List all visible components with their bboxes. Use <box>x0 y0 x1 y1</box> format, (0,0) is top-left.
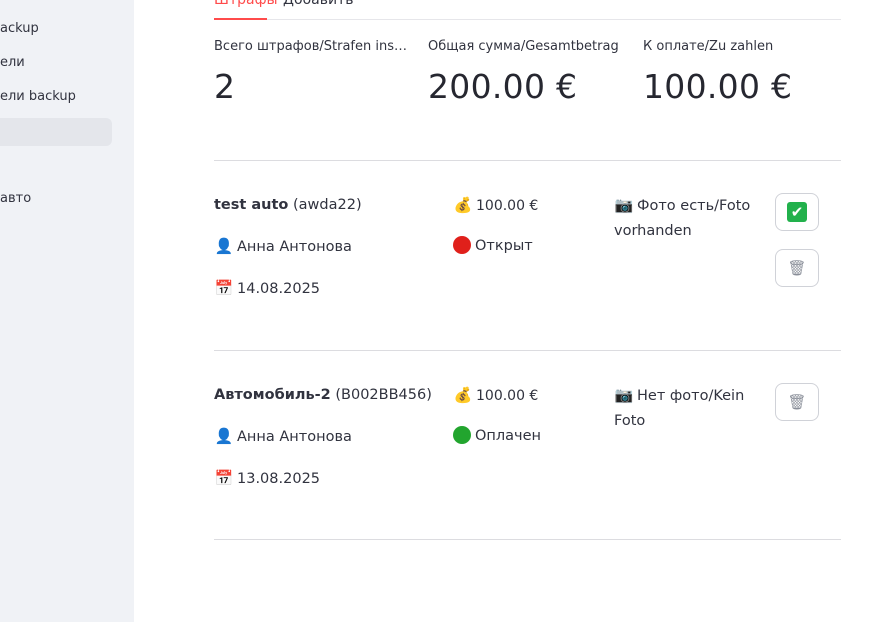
sidebar-item-label: ackup <box>0 21 39 36</box>
fine-date: 📅 14.08.2025 <box>214 276 320 302</box>
camera-icon: 📷 <box>614 196 634 214</box>
fine-driver: 👤 Анна Антонова <box>214 234 352 260</box>
sidebar-item-fines[interactable] <box>0 118 112 146</box>
tab-add[interactable]: Добавить <box>283 0 353 10</box>
fine-photo: 📷 Нет фото/Kein Foto <box>614 383 754 434</box>
photo-status: Фото есть/Foto vorhanden <box>614 198 751 239</box>
trash-icon: 🗑 <box>787 259 807 277</box>
check-icon: ✔ <box>787 202 807 222</box>
metric-label: К оплате/Zu zahlen <box>643 39 774 54</box>
sidebar-item-drivers-backup[interactable]: ели backup <box>0 83 112 111</box>
sidebar-item-backup[interactable]: ackup <box>0 15 112 43</box>
green-circle-icon <box>453 426 471 444</box>
status-value: Оплачен <box>475 428 542 444</box>
money-bag-icon: 💰 <box>453 386 473 404</box>
fine-driver: 👤 Анна Антонова <box>214 424 352 450</box>
fine-card: Автомобиль-2 (B002BB456) 👤 Анна Антонова … <box>214 351 841 540</box>
sidebar-item-label: ели backup <box>0 89 76 104</box>
trash-icon: 🗑 <box>787 393 807 411</box>
fine-card: test auto (awda22) 👤 Анна Антонова 📅 14.08… <box>214 161 841 350</box>
calendar-icon: 📅 <box>214 469 234 487</box>
divider <box>214 539 841 540</box>
delete-button[interactable]: 🗑 <box>775 249 819 287</box>
car-plate: (awda22) <box>293 197 362 213</box>
sidebar-item-cars[interactable]: авто <box>0 185 112 213</box>
sidebar-item-7[interactable] <box>0 219 112 247</box>
tab-bar: Штрафы Добавить <box>214 0 841 20</box>
delete-button[interactable]: 🗑 <box>775 383 819 421</box>
metric-value: 100.00 € <box>643 67 793 106</box>
fine-car: test auto (awda22) <box>214 193 362 218</box>
amount-value: 100.00 € <box>476 198 539 214</box>
main-content: Штрафы Добавить Всего штрафов/Strafen in… <box>134 0 888 622</box>
driver-name: Анна Антонова <box>237 239 352 255</box>
car-plate: (B002BB456) <box>335 387 432 403</box>
camera-icon: 📷 <box>614 386 634 404</box>
person-icon: 👤 <box>214 237 234 255</box>
fine-status: Оплачен <box>453 424 541 449</box>
car-name: Автомобиль-2 <box>214 387 331 403</box>
tab-fines[interactable]: Штрафы <box>214 0 278 10</box>
car-name: test auto <box>214 197 289 213</box>
sidebar-item-label: авто <box>0 191 32 206</box>
active-tab-indicator <box>214 18 267 20</box>
money-bag-icon: 💰 <box>453 196 473 214</box>
calendar-icon: 📅 <box>214 279 234 297</box>
fine-car: Автомобиль-2 (B002BB456) <box>214 383 432 408</box>
fine-amount: 💰 100.00 € <box>453 193 539 219</box>
metric-to-pay: К оплате/Zu zahlen 100.00 € <box>643 38 843 107</box>
fine-amount: 💰 100.00 € <box>453 383 539 409</box>
fine-date: 📅 13.08.2025 <box>214 466 320 492</box>
metric-label: Общая сумма/Gesamtbetrag <box>428 39 619 54</box>
metric-total-fines: Всего штрафов/Strafen insgesamt 2 <box>214 38 414 107</box>
red-circle-icon <box>453 236 471 254</box>
date-value: 13.08.2025 <box>237 471 321 487</box>
driver-name: Анна Антонова <box>237 429 352 445</box>
sidebar-item-drivers[interactable]: ели <box>0 49 112 77</box>
metric-value: 200.00 € <box>428 67 578 106</box>
metric-label: Всего штрафов/Strafen insgesamt <box>214 39 410 54</box>
fine-photo: 📷 Фото есть/Foto vorhanden <box>614 193 754 244</box>
status-value: Открыт <box>475 238 533 254</box>
fine-status: Открыт <box>453 234 533 259</box>
amount-value: 100.00 € <box>476 388 539 404</box>
metric-total-amount: Общая сумма/Gesamtbetrag 200.00 € <box>428 38 628 107</box>
metric-value: 2 <box>214 67 236 106</box>
mark-paid-button[interactable]: ✔ <box>775 193 819 231</box>
person-icon: 👤 <box>214 427 234 445</box>
sidebar: ackup ели ели backup авто <box>0 0 134 622</box>
sidebar-item-label: ели <box>0 55 25 70</box>
sidebar-item-5[interactable] <box>0 151 112 179</box>
date-value: 14.08.2025 <box>237 281 321 297</box>
